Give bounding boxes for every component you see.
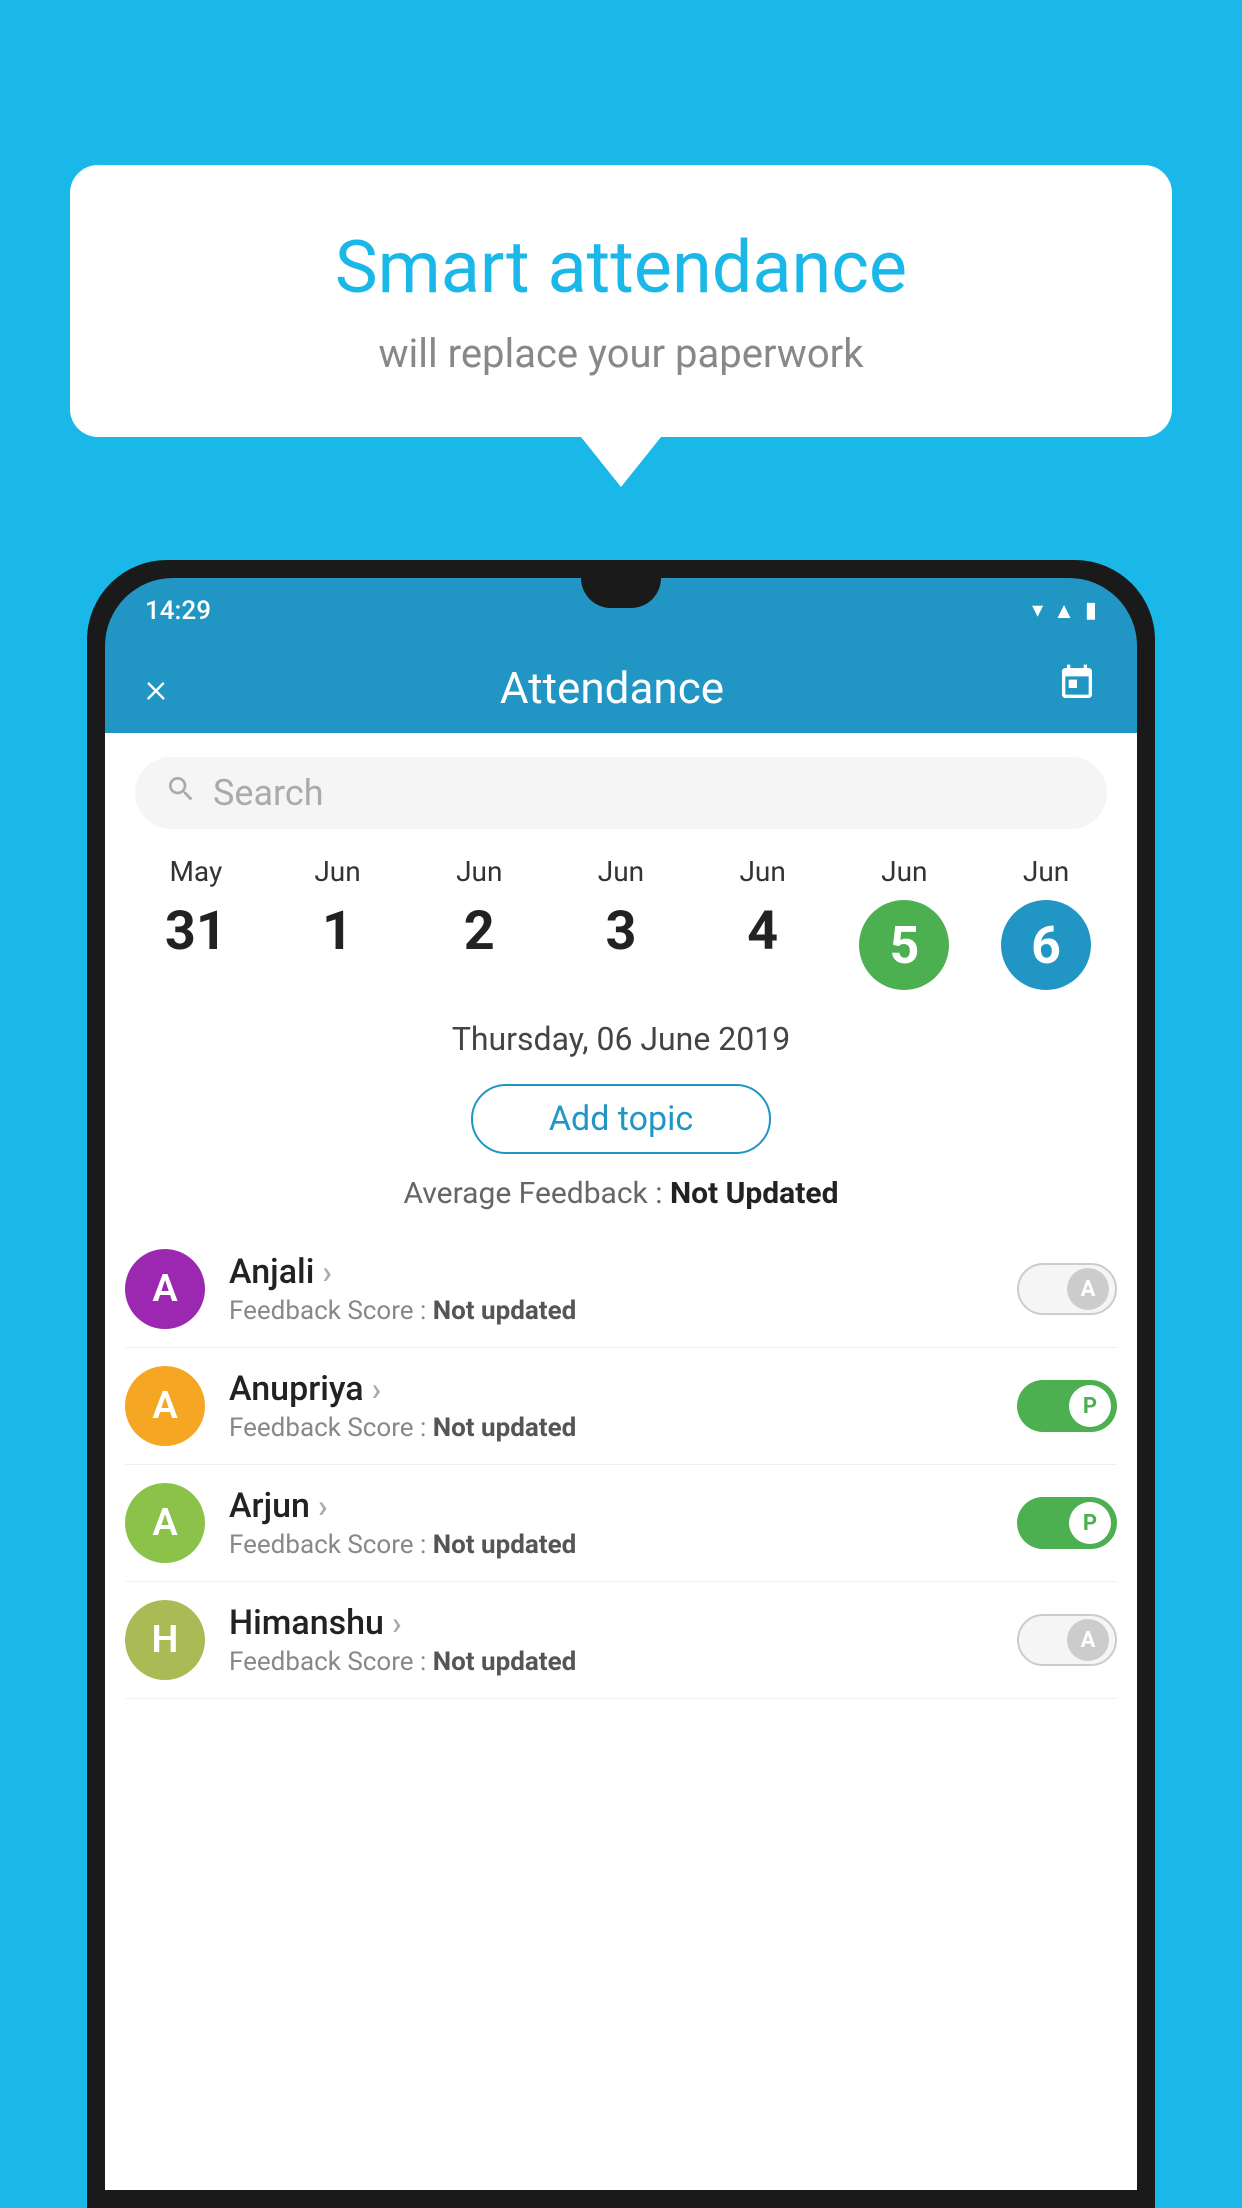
signal-icon: ▲ bbox=[1053, 598, 1075, 624]
toggle-knob-anupriya: P bbox=[1069, 1385, 1111, 1427]
date-item-jun3[interactable]: Jun 3 bbox=[571, 855, 671, 963]
date-month-1: Jun bbox=[314, 855, 360, 888]
status-icons: ▾ ▲ ▮ bbox=[1032, 598, 1097, 624]
student-item-himanshu[interactable]: H Himanshu Feedback Score : Not updated … bbox=[125, 1582, 1117, 1699]
selected-date: Thursday, 06 June 2019 bbox=[452, 1020, 790, 1058]
bottom-fade bbox=[105, 2110, 1137, 2190]
date-month-4: Jun bbox=[739, 855, 785, 888]
date-circle-green: 5 bbox=[859, 900, 949, 990]
student-feedback-anupriya: Feedback Score : Not updated bbox=[229, 1413, 993, 1443]
search-icon bbox=[165, 773, 197, 813]
date-item-jun4[interactable]: Jun 4 bbox=[713, 855, 813, 963]
average-feedback-label: Average Feedback : bbox=[404, 1176, 663, 1211]
speech-bubble-container: Smart attendance will replace your paper… bbox=[70, 165, 1172, 487]
date-info: Thursday, 06 June 2019 bbox=[105, 1000, 1137, 1068]
add-topic-button[interactable]: Add topic bbox=[471, 1084, 771, 1154]
average-feedback-value: Not Updated bbox=[670, 1176, 839, 1211]
date-day-1: 1 bbox=[322, 900, 353, 963]
date-item-jun2[interactable]: Jun 2 bbox=[429, 855, 529, 963]
student-info-anupriya: Anupriya Feedback Score : Not updated bbox=[229, 1369, 993, 1443]
student-name-anupriya: Anupriya bbox=[229, 1369, 993, 1409]
date-day-2: 2 bbox=[464, 900, 495, 963]
toggle-knob-himanshu: A bbox=[1067, 1619, 1109, 1661]
date-item-jun6[interactable]: Jun 6 bbox=[996, 855, 1096, 990]
battery-icon: ▮ bbox=[1085, 598, 1097, 623]
student-info-himanshu: Himanshu Feedback Score : Not updated bbox=[229, 1603, 993, 1677]
avatar-arjun: A bbox=[125, 1483, 205, 1563]
student-item-arjun[interactable]: A Arjun Feedback Score : Not updated P bbox=[125, 1465, 1117, 1582]
student-info-anjali: Anjali Feedback Score : Not updated bbox=[229, 1252, 993, 1326]
date-month-0: May bbox=[169, 855, 222, 888]
student-name-anjali: Anjali bbox=[229, 1252, 993, 1292]
date-picker: May 31 Jun 1 Jun 2 Jun 3 Jun 4 bbox=[105, 845, 1137, 1000]
date-month-5: Jun bbox=[881, 855, 927, 888]
student-name-arjun: Arjun bbox=[229, 1486, 993, 1526]
phone-inner: 14:29 ▾ ▲ ▮ × Attendance bbox=[105, 578, 1137, 2190]
student-feedback-himanshu: Feedback Score : Not updated bbox=[229, 1647, 993, 1677]
toggle-anupriya[interactable]: P bbox=[1017, 1380, 1117, 1432]
toggle-himanshu[interactable]: A bbox=[1017, 1614, 1117, 1666]
student-feedback-anjali: Feedback Score : Not updated bbox=[229, 1296, 993, 1326]
date-item-jun1[interactable]: Jun 1 bbox=[288, 855, 388, 963]
avatar-himanshu: H bbox=[125, 1600, 205, 1680]
average-feedback: Average Feedback : Not Updated bbox=[105, 1170, 1137, 1231]
wifi-icon: ▾ bbox=[1032, 598, 1043, 623]
toggle-knob-arjun: P bbox=[1069, 1502, 1111, 1544]
toggle-arjun[interactable]: P bbox=[1017, 1497, 1117, 1549]
search-placeholder: Search bbox=[213, 772, 324, 814]
date-month-6: Jun bbox=[1023, 855, 1069, 888]
calendar-icon[interactable] bbox=[1057, 663, 1097, 713]
student-feedback-arjun: Feedback Score : Not updated bbox=[229, 1530, 993, 1560]
date-item-jun5[interactable]: Jun 5 bbox=[854, 855, 954, 990]
student-info-arjun: Arjun Feedback Score : Not updated bbox=[229, 1486, 993, 1560]
date-day-4: 4 bbox=[747, 900, 778, 963]
status-time: 14:29 bbox=[145, 596, 211, 626]
speech-bubble-title: Smart attendance bbox=[150, 225, 1092, 310]
app-header: × Attendance bbox=[105, 643, 1137, 733]
student-name-himanshu: Himanshu bbox=[229, 1603, 993, 1643]
date-day-3: 3 bbox=[605, 900, 636, 963]
avatar-anupriya: A bbox=[125, 1366, 205, 1446]
date-circle-blue: 6 bbox=[1001, 900, 1091, 990]
date-day-0: 31 bbox=[165, 900, 227, 963]
student-list: A Anjali Feedback Score : Not updated A … bbox=[105, 1231, 1137, 1699]
date-month-2: Jun bbox=[456, 855, 502, 888]
student-item-anjali[interactable]: A Anjali Feedback Score : Not updated A bbox=[125, 1231, 1117, 1348]
date-month-3: Jun bbox=[598, 855, 644, 888]
speech-bubble: Smart attendance will replace your paper… bbox=[70, 165, 1172, 437]
speech-bubble-subtitle: will replace your paperwork bbox=[150, 330, 1092, 377]
header-title: Attendance bbox=[500, 662, 724, 714]
search-bar[interactable]: Search bbox=[135, 757, 1107, 829]
avatar-anjali: A bbox=[125, 1249, 205, 1329]
date-item-may31[interactable]: May 31 bbox=[146, 855, 246, 963]
screen-content: Search May 31 Jun 1 Jun 2 Jun 3 bbox=[105, 733, 1137, 2190]
toggle-anjali[interactable]: A bbox=[1017, 1263, 1117, 1315]
status-bar: 14:29 ▾ ▲ ▮ bbox=[105, 578, 1137, 643]
student-item-anupriya[interactable]: A Anupriya Feedback Score : Not updated … bbox=[125, 1348, 1117, 1465]
speech-bubble-arrow bbox=[581, 437, 661, 487]
close-icon[interactable]: × bbox=[145, 664, 167, 713]
phone-container: 14:29 ▾ ▲ ▮ × Attendance bbox=[87, 560, 1155, 2208]
toggle-knob-anjali: A bbox=[1067, 1268, 1109, 1310]
